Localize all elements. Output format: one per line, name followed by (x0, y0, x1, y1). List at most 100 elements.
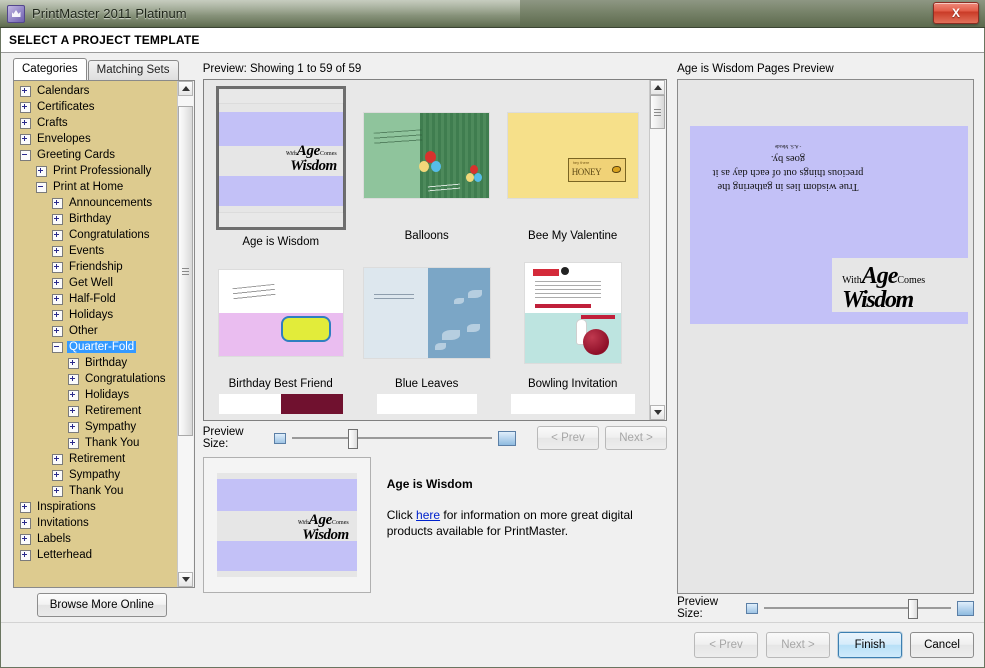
tree-item-events[interactable]: Events (14, 243, 177, 259)
detail-thumbnail: WithAgeComes Wisdom (202, 457, 371, 593)
expand-icon[interactable] (20, 517, 31, 529)
tree-item-crafts[interactable]: Crafts (14, 115, 177, 131)
tree-item-quarter-fold[interactable]: Quarter-Fold (14, 339, 177, 355)
window-title: PrintMaster 2011 Platinum (32, 6, 187, 21)
tree-item-calendars[interactable]: Calendars (14, 83, 177, 99)
footer-next-button[interactable]: Next > (766, 632, 830, 658)
footer-cancel-button[interactable]: Cancel (910, 632, 974, 658)
pages-preview-panel[interactable]: True wisdom lies in gathering the precio… (677, 79, 974, 594)
gallery-item-partial[interactable] (504, 394, 642, 414)
collapse-icon[interactable] (20, 149, 31, 161)
gallery-scroll-thumb[interactable] (650, 95, 666, 129)
expand-icon[interactable] (52, 469, 63, 481)
gallery-scroll-up-button[interactable] (650, 80, 666, 95)
gallery-size-slider[interactable] (292, 429, 492, 449)
tree-item-thank-you[interactable]: Thank You (14, 435, 177, 451)
expand-icon[interactable] (52, 261, 63, 273)
tree-item-print-professionally[interactable]: Print Professionally (14, 163, 177, 179)
gallery-prev-button[interactable]: < Prev (536, 426, 599, 450)
gallery-scroll-down-button[interactable] (650, 405, 666, 420)
expand-icon[interactable] (52, 277, 63, 289)
tree-item-get-well[interactable]: Get Well (14, 275, 177, 291)
gallery-scroll-track[interactable] (650, 95, 666, 405)
tree-item-invitations[interactable]: Invitations (14, 515, 177, 531)
footer-finish-button[interactable]: Finish (838, 632, 902, 658)
tree-item-letterhead[interactable]: Letterhead (14, 547, 177, 563)
expand-icon[interactable] (52, 229, 63, 241)
tree-item-retirement[interactable]: Retirement (14, 403, 177, 419)
category-tree[interactable]: Calendars Certificates Crafts Envelopes Gree… (14, 81, 177, 587)
gallery-item-birthday-best-friend[interactable]: Birthday Best Friend (212, 254, 350, 390)
tree-item-certificates[interactable]: Certificates (14, 99, 177, 115)
expand-icon[interactable] (52, 213, 63, 225)
gallery-scrollbar[interactable] (649, 80, 667, 420)
expand-icon[interactable] (68, 421, 79, 433)
tree-scroll-track[interactable] (178, 96, 194, 572)
expand-icon[interactable] (52, 309, 63, 321)
template-gallery[interactable]: WithAgeComes Wisdom Age is Wisdom Balloo… (204, 80, 649, 420)
gallery-size-slider-thumb[interactable] (347, 429, 358, 449)
tree-scroll-thumb[interactable] (178, 106, 194, 436)
tree-item-sympathy[interactable]: Sympathy (14, 467, 177, 483)
close-button[interactable]: X (933, 2, 979, 24)
tree-scroll-up-button[interactable] (178, 81, 194, 96)
expand-icon[interactable] (52, 325, 63, 337)
expand-icon[interactable] (52, 453, 63, 465)
tree-item-friendship[interactable]: Friendship (14, 259, 177, 275)
gallery-item-blue-leaves[interactable]: Blue Leaves (358, 254, 496, 390)
expand-icon[interactable] (20, 85, 31, 97)
expand-icon[interactable] (36, 165, 47, 177)
expand-icon[interactable] (52, 245, 63, 257)
tree-item-other[interactable]: Other (14, 323, 177, 339)
gallery-item-bowling-invitation[interactable]: Bowling Invitation (504, 254, 642, 390)
tree-item-labels[interactable]: Labels (14, 531, 177, 547)
expand-icon[interactable] (20, 101, 31, 113)
detail-link-here[interactable]: here (416, 508, 440, 522)
expand-icon[interactable] (20, 501, 31, 513)
tree-item-greeting-cards[interactable]: Greeting Cards (14, 147, 177, 163)
expand-icon[interactable] (68, 389, 79, 401)
expand-icon[interactable] (52, 197, 63, 209)
expand-icon[interactable] (20, 133, 31, 145)
expand-icon[interactable] (20, 117, 31, 129)
browse-more-online-button[interactable]: Browse More Online (36, 593, 167, 617)
expand-icon[interactable] (20, 533, 31, 545)
expand-icon[interactable] (68, 357, 79, 369)
tree-item-holidays[interactable]: Holidays (14, 387, 177, 403)
expand-icon[interactable] (68, 437, 79, 449)
tree-item-half-fold[interactable]: Half-Fold (14, 291, 177, 307)
gallery-item-bee-my-valentine[interactable]: hey there HONEY Bee My Valentine (504, 86, 642, 248)
pages-size-slider[interactable] (764, 599, 951, 619)
expand-icon[interactable] (68, 405, 79, 417)
gallery-item-partial[interactable] (212, 394, 350, 414)
tree-item-congratulations[interactable]: Congratulations (14, 371, 177, 387)
tree-item-envelopes[interactable]: Envelopes (14, 131, 177, 147)
expand-icon[interactable] (20, 549, 31, 561)
collapse-icon[interactable] (52, 341, 63, 353)
tree-item-announcements[interactable]: Announcements (14, 195, 177, 211)
footer-prev-button[interactable]: < Prev (694, 632, 758, 658)
tree-item-inspirations[interactable]: Inspirations (14, 499, 177, 515)
expand-icon[interactable] (68, 373, 79, 385)
tree-scrollbar[interactable] (176, 81, 194, 587)
tree-item-thank-you[interactable]: Thank You (14, 483, 177, 499)
collapse-icon[interactable] (36, 181, 47, 193)
gallery-item-age-is-wisdom[interactable]: WithAgeComes Wisdom Age is Wisdom (212, 86, 350, 248)
pages-size-slider-thumb[interactable] (908, 599, 919, 619)
gallery-next-button[interactable]: Next > (604, 426, 668, 450)
tree-scroll-down-button[interactable] (178, 572, 194, 587)
gallery-item-partial[interactable] (358, 394, 496, 414)
tab-matching-sets[interactable]: Matching Sets (87, 60, 179, 80)
tree-item-congratulations[interactable]: Congratulations (14, 227, 177, 243)
tab-categories[interactable]: Categories (13, 58, 87, 80)
detail-text-block: Age is Wisdom Click here for information… (387, 457, 659, 591)
tree-item-sympathy[interactable]: Sympathy (14, 419, 177, 435)
tree-item-retirement[interactable]: Retirement (14, 451, 177, 467)
gallery-item-balloons[interactable]: Balloons (358, 86, 496, 248)
expand-icon[interactable] (52, 485, 63, 497)
tree-item-birthday[interactable]: Birthday (14, 355, 177, 371)
tree-item-print-at-home[interactable]: Print at Home (14, 179, 177, 195)
tree-item-holidays[interactable]: Holidays (14, 307, 177, 323)
tree-item-birthday[interactable]: Birthday (14, 211, 177, 227)
expand-icon[interactable] (52, 293, 63, 305)
